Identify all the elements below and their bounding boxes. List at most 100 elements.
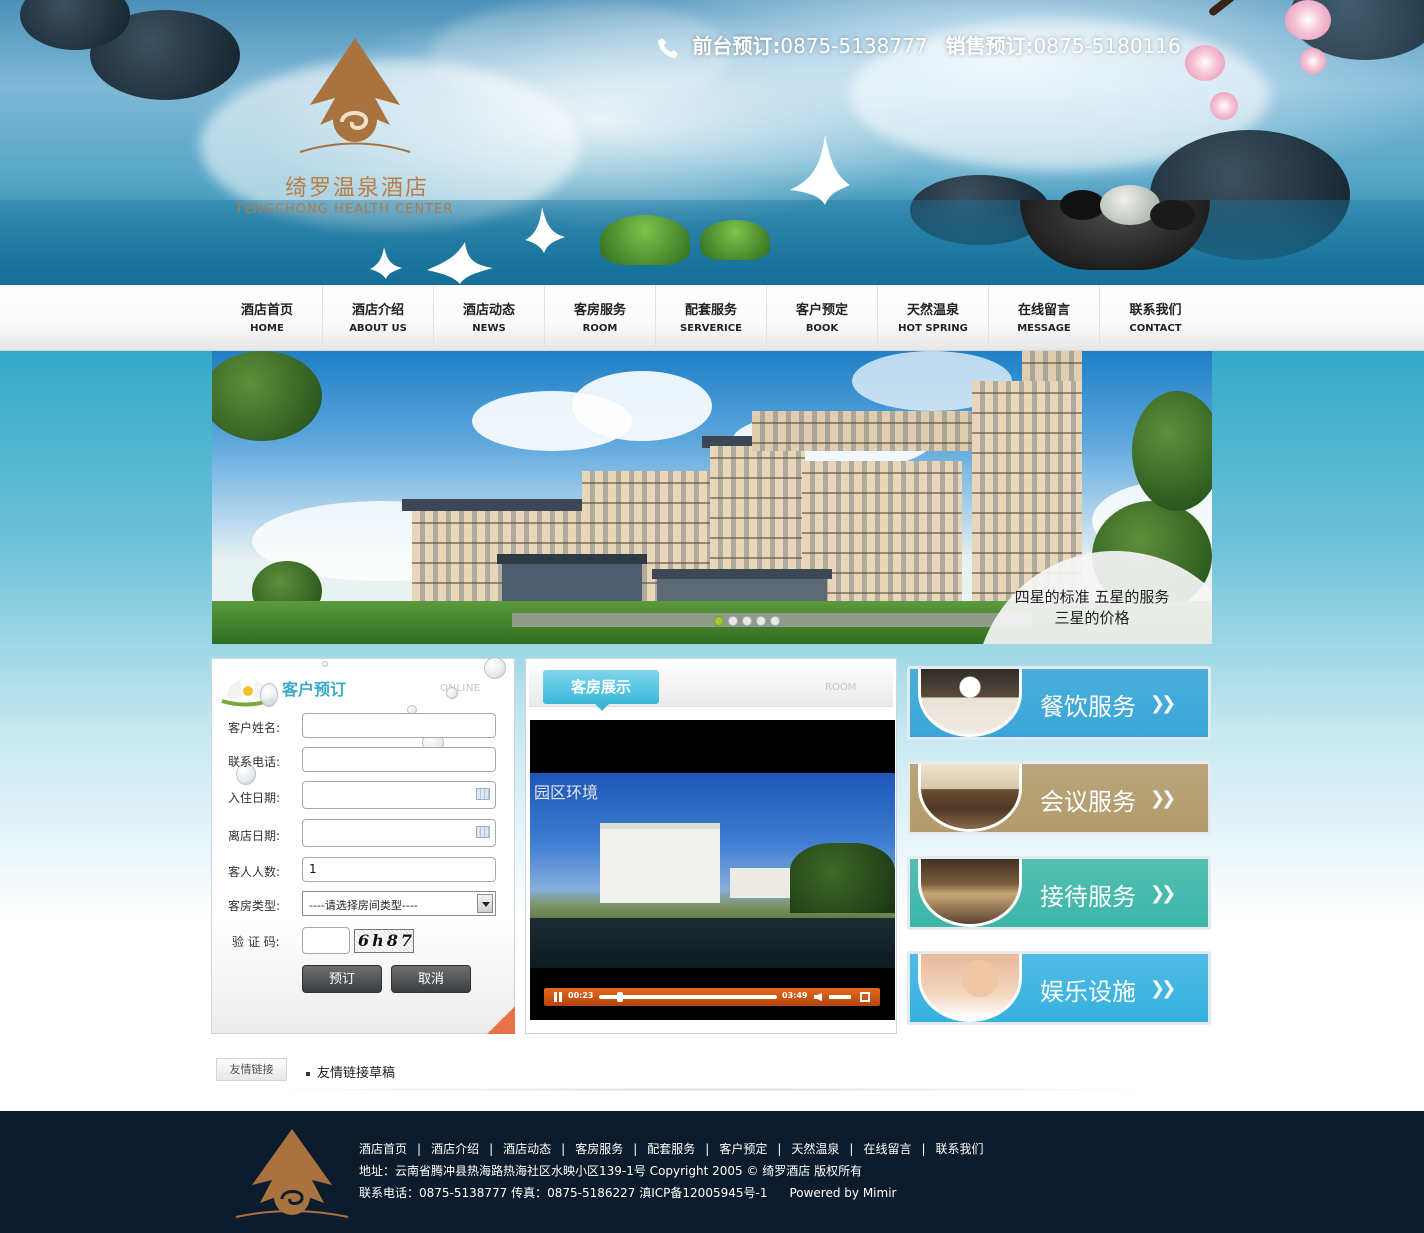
footer-nav-link[interactable]: 客房服务 (575, 1142, 623, 1156)
slogan-line-1: 四星的标准 五星的服务 (1014, 588, 1170, 606)
service-label: 餐饮服务 (1040, 693, 1136, 721)
footer-contact: 联系电话：0875-5138777 传真：0875-5186227 滇ICP备1… (359, 1186, 768, 1200)
hotel-logo[interactable]: 绮罗温泉酒店 TENGCHONG HEALTH CENTER (230, 30, 480, 220)
double-chevron-right-icon: ❯❯ (1150, 788, 1176, 809)
nav-label-en: SERVERICE (680, 323, 742, 334)
nav-label-en: MESSAGE (1017, 323, 1071, 334)
fullscreen-icon[interactable] (860, 992, 870, 1002)
service-meeting-button[interactable]: 会议服务 ❯❯ (907, 761, 1211, 835)
nav-item-book[interactable]: 客户预定 BOOK (767, 285, 878, 351)
seek-handle[interactable] (616, 992, 623, 1002)
roomtype-selected-value: ----请选择房间类型---- (309, 899, 418, 912)
service-entertainment-button[interactable]: 娱乐设施 ❯❯ (907, 951, 1211, 1025)
divider (230, 1088, 1190, 1091)
video-controls: 00:23 03:49 (544, 988, 880, 1006)
footer-nav-separator: | (921, 1142, 926, 1156)
service-dining-button[interactable]: 餐饮服务 ❯❯ (907, 666, 1211, 740)
logo-chinese-name: 绮罗温泉酒店 (285, 176, 430, 201)
footer-nav-link[interactable]: 联系我们 (936, 1142, 984, 1156)
service-reception-button[interactable]: 接待服务 ❯❯ (907, 856, 1211, 930)
cancel-button[interactable]: 取消 (391, 965, 471, 993)
service-photo (918, 764, 1022, 832)
nav-label-en: ABOUT US (349, 323, 407, 334)
nav-item-home[interactable]: 酒店首页 HOME (212, 285, 323, 351)
service-photo (918, 669, 1022, 737)
nav-label-en: HOT SPRING (898, 323, 968, 334)
video-player[interactable]: 园区环境 00:23 03:49 (530, 720, 895, 1020)
nav-item-serverice[interactable]: 配套服务 SERVERICE (656, 285, 767, 351)
slide-dot[interactable] (728, 616, 738, 626)
volume-slider[interactable] (829, 995, 851, 999)
nav-label-en: BOOK (805, 323, 839, 334)
checkin-date-input[interactable] (302, 781, 496, 809)
phone-label: 联系电话: (228, 755, 281, 769)
chevron-down-icon[interactable] (477, 894, 493, 913)
phone-input[interactable] (302, 747, 496, 772)
footer-nav-link[interactable]: 酒店首页 (359, 1142, 407, 1156)
nav-label-en: HOME (250, 323, 284, 334)
slide-dot[interactable] (742, 616, 752, 626)
footer-nav-link[interactable]: 配套服务 (647, 1142, 695, 1156)
nav-label-en: CONTACT (1129, 323, 1182, 334)
customer-name-input[interactable] (302, 713, 496, 738)
captcha-image[interactable]: 6h87 (354, 929, 414, 953)
calendar-icon[interactable] (476, 788, 490, 800)
room-subtitle: ROOM (825, 682, 857, 693)
nav-item-room[interactable]: 客房服务 ROOM (545, 285, 656, 351)
nav-item-contact[interactable]: 联系我们 CONTACT (1100, 285, 1211, 351)
current-time: 00:23 (568, 991, 594, 1000)
friend-link-text[interactable]: 友情链接草稿 (317, 1066, 395, 1081)
footer-nav-link[interactable]: 酒店介绍 (431, 1142, 479, 1156)
name-label: 客户姓名: (228, 721, 281, 735)
service-photo (918, 954, 1022, 1022)
nav-label-cn: 酒店首页 (240, 303, 293, 318)
dove-icon (525, 207, 565, 253)
footer-nav-link[interactable]: 酒店动态 (503, 1142, 551, 1156)
footer-nav-separator: | (561, 1142, 566, 1156)
footer-nav-link[interactable]: 天然温泉 (791, 1142, 839, 1156)
nav-label-cn: 在线留言 (1017, 303, 1070, 318)
page-curl-decoration (487, 1006, 515, 1034)
nav-item-message[interactable]: 在线留言 MESSAGE (989, 285, 1100, 351)
seek-bar[interactable] (599, 995, 777, 999)
bullet-icon (306, 1071, 310, 1076)
hero-banner[interactable]: 四星的标准 五星的服务 三星的价格 (212, 351, 1212, 644)
footer-nav-link[interactable]: 在线留言 (863, 1142, 911, 1156)
video-frame: 园区环境 (530, 773, 895, 968)
footer-nav-separator: | (489, 1142, 494, 1156)
nav-menu: 酒店首页 HOME 酒店介绍 ABOUT US 酒店动态 NEWS 客房服务 ROOM 配套服务… (212, 285, 1212, 351)
submit-booking-button[interactable]: 预订 (302, 965, 382, 993)
room-tab[interactable]: 客房展示 (543, 670, 659, 711)
nav-label-cn: 客房服务 (573, 303, 626, 318)
nav-label-cn: 联系我们 (1129, 303, 1182, 318)
checkout-row: 离店日期: (228, 819, 508, 849)
slide-dot[interactable] (756, 616, 766, 626)
slide-dot[interactable] (714, 616, 724, 626)
guests-input[interactable]: 1 (302, 857, 496, 882)
service-label: 会议服务 (1040, 788, 1136, 816)
calendar-icon[interactable] (476, 826, 490, 838)
nav-item-about-us[interactable]: 酒店介绍 ABOUT US (323, 285, 434, 351)
captcha-input[interactable] (302, 927, 350, 954)
slide-dot[interactable] (770, 616, 780, 626)
front-desk-label: 前台预订: (692, 34, 781, 58)
room-header: 客房展示 ROOM (529, 662, 893, 711)
footer-nav-link[interactable]: 客户预定 (719, 1142, 767, 1156)
nav-item-news[interactable]: 酒店动态 NEWS (434, 285, 545, 351)
duration: 03:49 (782, 991, 808, 1000)
double-chevron-right-icon: ❯❯ (1150, 693, 1176, 714)
checkout-date-input[interactable] (302, 819, 496, 847)
pause-icon[interactable] (554, 992, 557, 1002)
roomtype-select[interactable]: ----请选择房间类型---- (302, 891, 496, 916)
mountain-logo-icon (299, 38, 411, 153)
friend-link-item[interactable]: 友情链接草稿 (306, 1062, 395, 1081)
captcha-label: 验 证 码: (232, 935, 280, 949)
dove-icon (790, 135, 850, 205)
volume-icon[interactable] (814, 993, 822, 1001)
nav-label-cn: 配套服务 (684, 303, 737, 318)
footer-logo-icon[interactable] (232, 1125, 352, 1221)
guests-row: 客人人数: 1 (228, 857, 508, 885)
booking-hotline: 前台预订:0875-5138777 销售预订:0875-5180116 (656, 30, 1181, 60)
nav-item-hot-spring[interactable]: 天然温泉 HOT SPRING (878, 285, 989, 351)
roomtype-label: 客房类型: (228, 899, 281, 913)
